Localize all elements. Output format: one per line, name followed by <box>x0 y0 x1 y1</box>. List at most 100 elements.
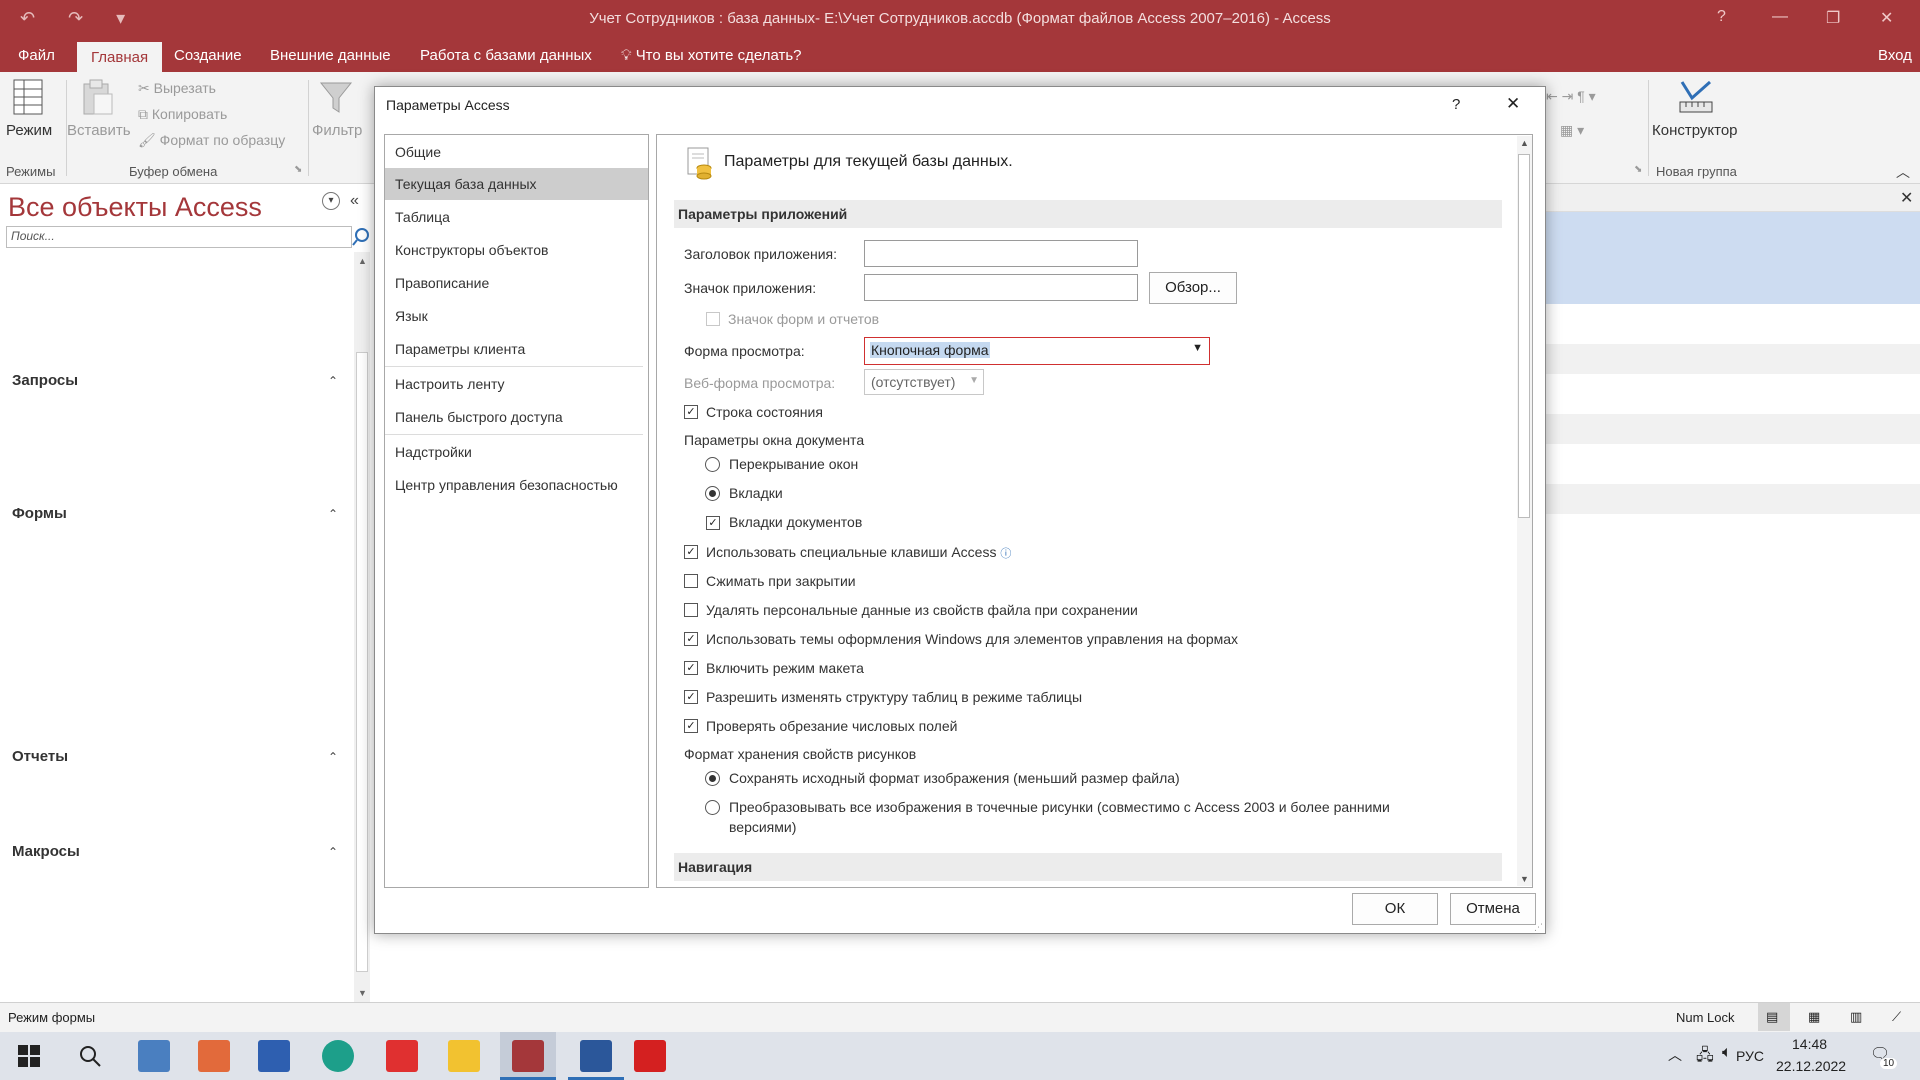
nav-item[interactable] <box>12 527 352 557</box>
resize-grip-icon[interactable]: ⋰ <box>1534 922 1543 933</box>
nav-item[interactable] <box>12 395 352 425</box>
nav-group-header[interactable]: Формы <box>12 505 67 522</box>
windows-start-icon[interactable] <box>18 1045 40 1067</box>
category-item[interactable]: Настроить ленту <box>385 368 648 400</box>
collapse-group-icon[interactable]: ⌃ <box>328 750 338 764</box>
nav-item[interactable] <box>12 564 352 594</box>
collapse-ribbon-icon[interactable]: ︿ <box>1896 162 1910 182</box>
nav-item[interactable] <box>12 299 352 329</box>
network-icon[interactable]: 🖧︎ <box>1696 1044 1714 1071</box>
display-form-select[interactable]: Кнопочная форма ▼ <box>864 337 1210 365</box>
dialog-launcher-icon[interactable]: ⬊ <box>1634 164 1642 175</box>
paste-button[interactable]: Вставить <box>67 122 131 139</box>
tabbed-documents-radio[interactable] <box>705 486 720 501</box>
tab-file[interactable]: Файл <box>4 40 69 72</box>
nav-scroll-thumb[interactable] <box>356 352 368 972</box>
category-item[interactable]: Язык <box>385 300 648 332</box>
format-painter-button[interactable]: 🖌︎ Формат по образцу <box>138 132 285 149</box>
nav-item[interactable] <box>12 712 352 742</box>
minimize-button[interactable]: — <box>1772 8 1788 26</box>
nav-item[interactable] <box>12 903 352 933</box>
nav-group-header[interactable]: Запросы <box>12 372 78 389</box>
copy-button[interactable]: ⧉ Копировать <box>138 106 227 123</box>
collapse-group-icon[interactable]: ⌃ <box>328 507 338 521</box>
nav-search-input[interactable]: Поиск... <box>6 226 352 248</box>
windows-themes-checkbox[interactable]: ✓ <box>684 632 698 646</box>
filter-icon[interactable] <box>318 80 354 116</box>
category-item[interactable]: Конструкторы объектов <box>385 234 648 266</box>
tab-external-data[interactable]: Внешние данные <box>256 40 405 72</box>
nav-item[interactable] <box>12 262 352 292</box>
category-item[interactable]: Надстройки <box>385 436 648 468</box>
special-keys-checkbox[interactable]: ✓ <box>684 545 698 559</box>
category-item[interactable]: Текущая база данных <box>385 168 648 200</box>
category-item[interactable]: Панель быстрого доступа <box>385 401 648 433</box>
search-icon[interactable] <box>78 1044 102 1068</box>
overlap-windows-radio[interactable] <box>705 457 720 472</box>
search-icon[interactable] <box>352 226 372 248</box>
nav-scrollbar[interactable]: ▲ ▼ <box>354 252 370 1002</box>
ok-button[interactable]: ОК <box>1352 893 1438 925</box>
close-document-icon[interactable]: ✕ <box>1900 188 1913 208</box>
language-indicator[interactable]: РУС <box>1736 1048 1764 1064</box>
scroll-up-icon[interactable]: ▲ <box>358 256 367 266</box>
sign-in-link[interactable]: Вход <box>1864 40 1920 72</box>
close-button[interactable]: ✕ <box>1880 8 1893 28</box>
status-bar-checkbox[interactable]: ✓ <box>684 405 698 419</box>
pdf-icon[interactable] <box>386 1040 418 1072</box>
nav-item[interactable] <box>12 638 352 668</box>
mode-button[interactable]: Режим <box>6 122 52 139</box>
help-icon[interactable]: ? <box>1717 8 1726 26</box>
app-icon[interactable] <box>258 1040 290 1072</box>
category-item[interactable]: Центр управления безопасностью <box>385 469 648 501</box>
filter-button[interactable]: Фильтр <box>312 122 362 139</box>
dialog-close-icon[interactable]: ✕ <box>1506 94 1520 114</box>
app-title-input[interactable] <box>864 240 1138 267</box>
compact-checkbox[interactable] <box>684 574 698 588</box>
design-ruler-icon[interactable] <box>1676 78 1716 116</box>
nav-menu-dropdown-icon[interactable]: ▾ <box>322 192 340 210</box>
nav-item[interactable] <box>12 336 352 366</box>
layout-view-checkbox[interactable]: ✓ <box>684 661 698 675</box>
forms-icon-checkbox[interactable] <box>706 312 720 326</box>
category-item[interactable]: Параметры клиента <box>385 333 648 365</box>
constructor-button[interactable]: Конструктор <box>1652 122 1738 139</box>
dia-app-icon[interactable] <box>198 1040 230 1072</box>
doc-tabs-checkbox[interactable]: ✓ <box>706 516 720 530</box>
speaker-icon[interactable]: 🔈︎ <box>1722 1044 1732 1062</box>
clock-date[interactable]: 22.12.2022 <box>1776 1058 1846 1074</box>
chevron-up-icon[interactable]: ︿ <box>1668 1045 1682 1065</box>
category-item[interactable]: Общие <box>385 136 648 168</box>
category-item[interactable]: Правописание <box>385 267 648 299</box>
file-explorer-icon[interactable] <box>448 1040 480 1072</box>
nav-group-header[interactable]: Макросы <box>12 843 80 860</box>
browse-button[interactable]: Обзор... <box>1149 272 1237 304</box>
truncation-checkbox[interactable]: ✓ <box>684 719 698 733</box>
acrobat-icon[interactable] <box>634 1040 666 1072</box>
info-icon[interactable]: ⓘ <box>1000 548 1011 560</box>
cut-button[interactable]: ✂ Вырезать <box>138 80 216 97</box>
nav-item[interactable] <box>12 432 352 462</box>
dialog-scrollbar[interactable]: ▲ ▼ <box>1517 136 1532 886</box>
nav-item[interactable] <box>12 866 352 896</box>
dialog-help-icon[interactable]: ? <box>1452 96 1460 113</box>
tab-home[interactable]: Главная <box>77 40 163 72</box>
tab-create[interactable]: Создание <box>160 40 256 72</box>
nav-item[interactable] <box>12 771 352 801</box>
cancel-button[interactable]: Отмена <box>1450 893 1536 925</box>
shutter-bar-close-icon[interactable]: « <box>350 192 359 210</box>
calculator-icon[interactable] <box>138 1040 170 1072</box>
datasheet-view-icon[interactable] <box>10 78 48 118</box>
collapse-group-icon[interactable]: ⌃ <box>328 845 338 859</box>
dialog-launcher-icon[interactable]: ⬊ <box>294 164 302 175</box>
convert-bitmap-radio[interactable] <box>705 800 720 815</box>
collapse-group-icon[interactable]: ⌃ <box>328 374 338 388</box>
nav-item[interactable] <box>12 469 352 499</box>
clock-time[interactable]: 14:48 <box>1792 1036 1827 1052</box>
design-changes-checkbox[interactable]: ✓ <box>684 690 698 704</box>
layout-view-button[interactable]: ▥ <box>1850 1009 1862 1025</box>
dialog-scroll-thumb[interactable] <box>1518 154 1530 518</box>
scroll-down-icon[interactable]: ▼ <box>358 988 367 998</box>
nav-item[interactable] <box>12 940 352 970</box>
tell-me-box[interactable]: 💡︎ Что вы хотите сделать? <box>607 40 816 72</box>
